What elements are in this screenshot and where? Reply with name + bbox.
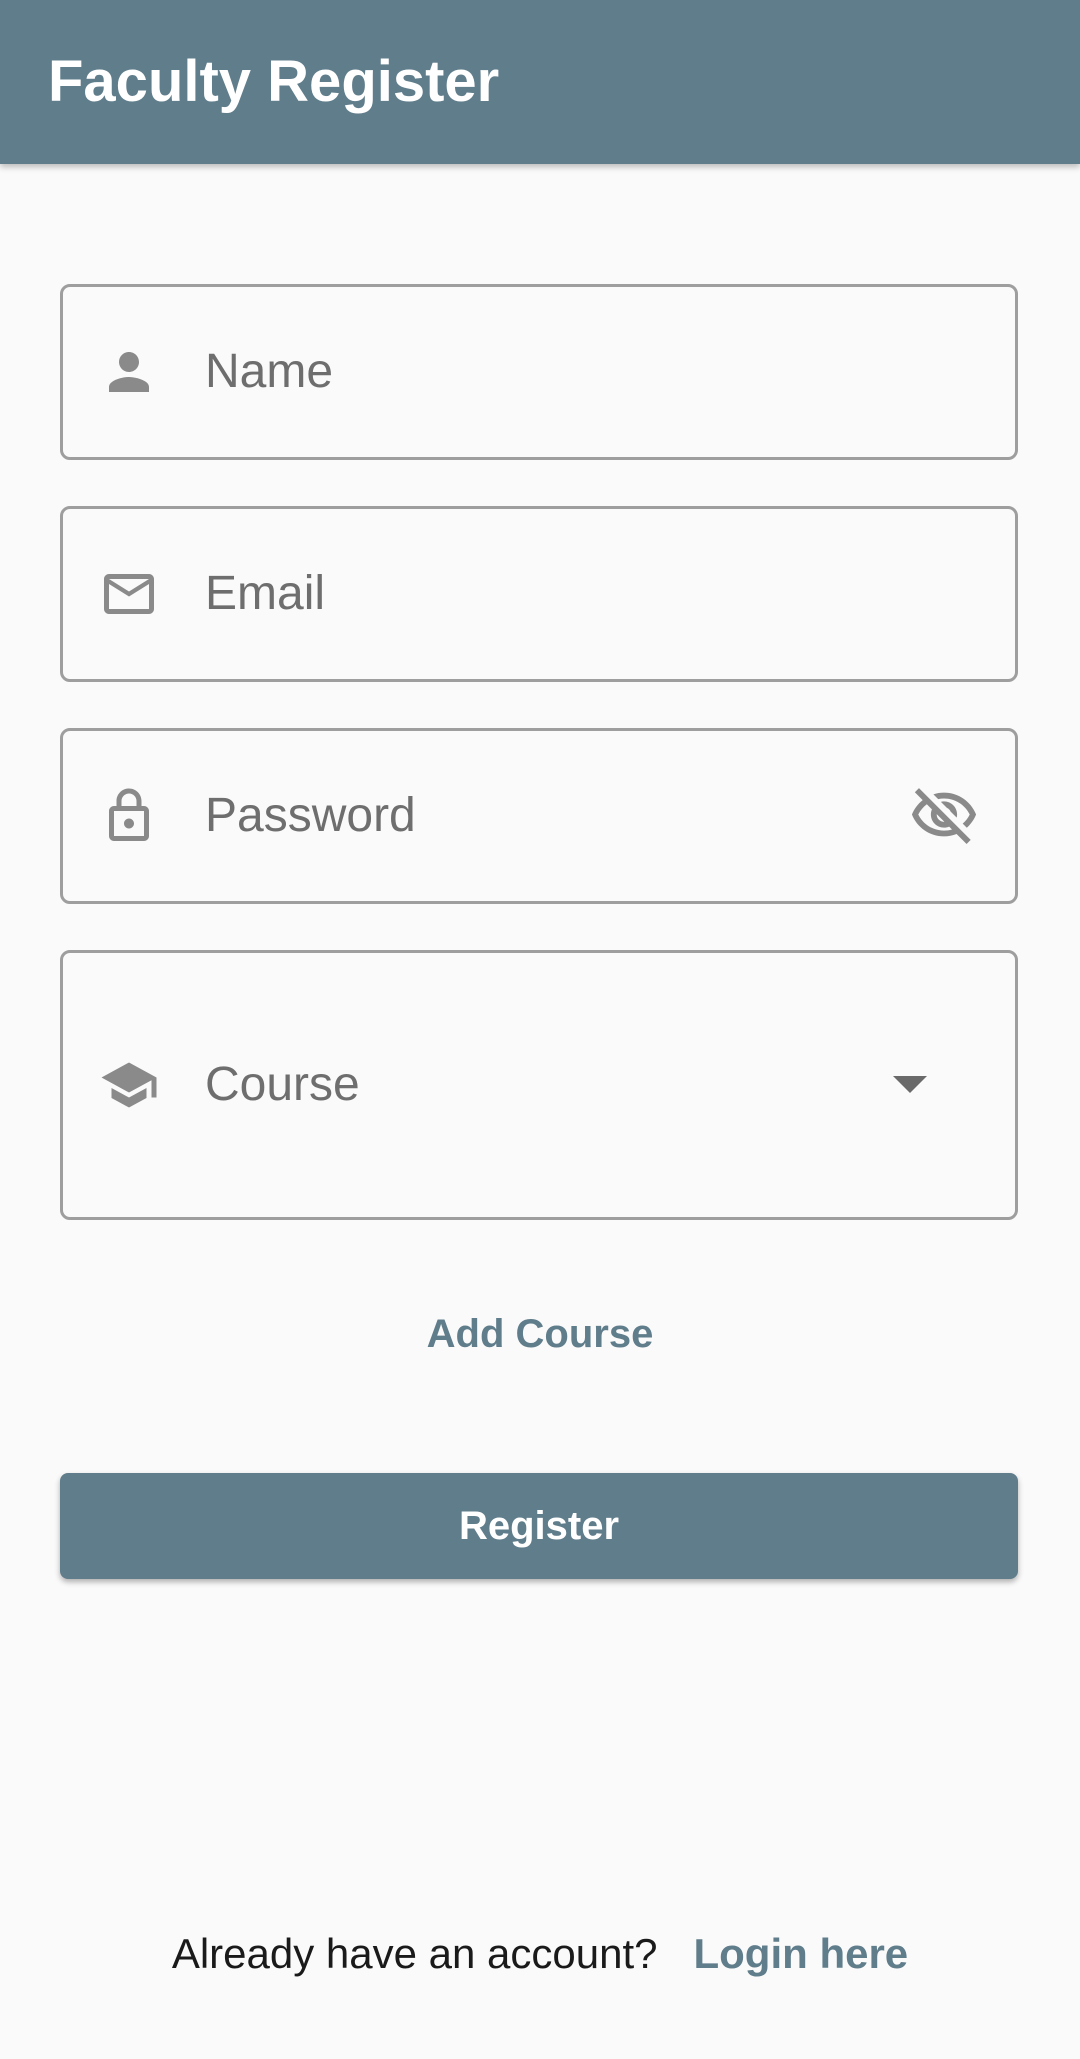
visibility-off-icon[interactable] — [909, 781, 979, 851]
login-prompt: Already have an account? Login here — [0, 1928, 1080, 1980]
email-placeholder: Email — [205, 567, 326, 620]
name-placeholder: Name — [205, 345, 334, 398]
name-field[interactable]: Name — [60, 284, 1018, 460]
course-dropdown[interactable]: Course — [60, 950, 1018, 1220]
course-placeholder: Course — [205, 1058, 360, 1111]
school-icon — [99, 1055, 159, 1115]
arrow-drop-down-icon[interactable] — [893, 1076, 927, 1093]
login-question: Already have an account? — [171, 1930, 658, 1977]
email-field[interactable]: Email — [60, 506, 1018, 682]
page-title: Faculty Register — [48, 49, 500, 114]
register-button[interactable]: Register — [60, 1473, 1018, 1579]
mail-icon — [99, 564, 159, 624]
lock-icon — [99, 786, 159, 846]
person-icon — [99, 342, 159, 402]
add-course-button[interactable]: Add Course — [0, 1310, 1080, 1358]
login-link[interactable]: Login here — [693, 1930, 908, 1977]
password-placeholder: Password — [205, 789, 416, 842]
app-bar: Faculty Register — [0, 0, 1080, 164]
password-field[interactable]: Password — [60, 728, 1018, 904]
